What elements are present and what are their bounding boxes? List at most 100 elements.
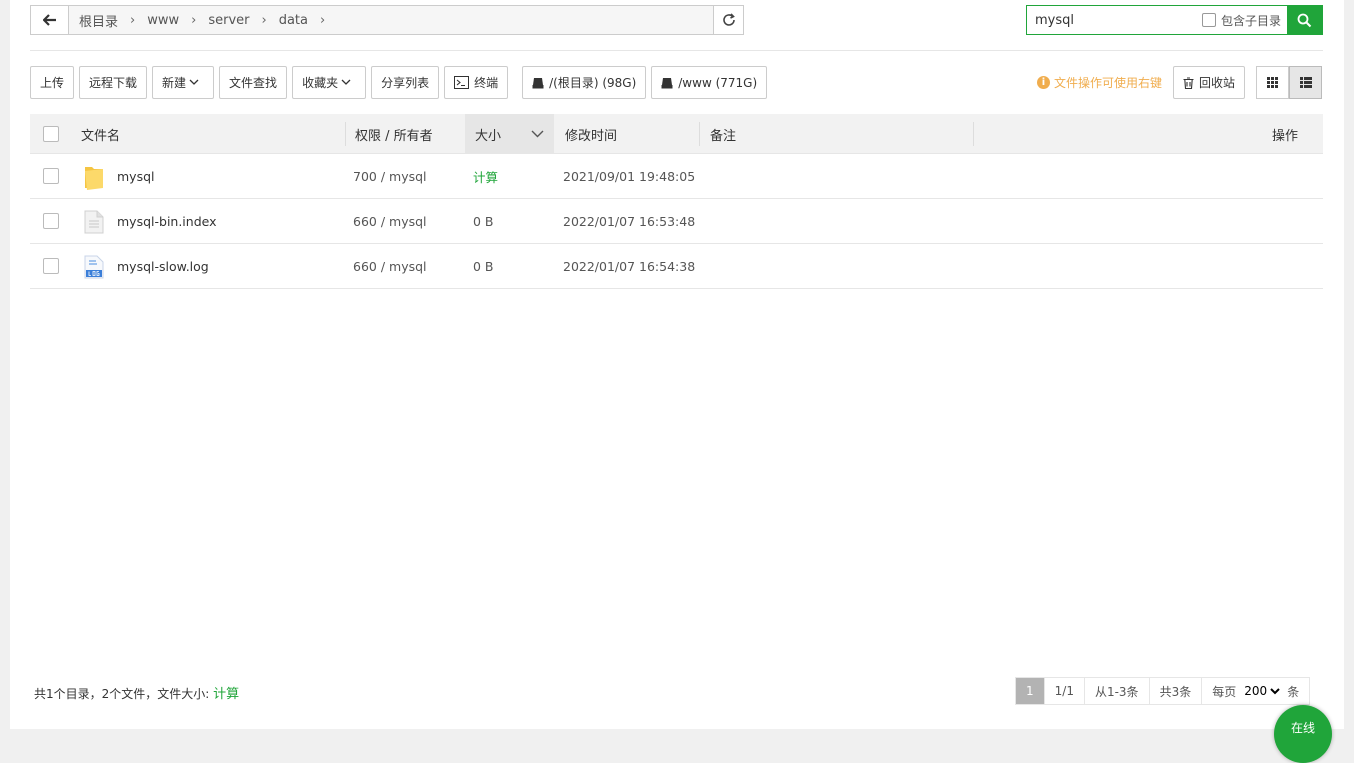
search-icon [1297,13,1312,27]
page-total-count: 共3条 [1150,678,1203,704]
log-file-icon [84,244,104,289]
recycle-bin-button[interactable]: 回收站 [1173,66,1246,99]
checkbox[interactable] [1201,13,1216,27]
refresh-icon [722,13,735,26]
search-box: 包含子目录 [1026,5,1323,35]
disk-www-button[interactable]: /www (771G) [651,66,768,99]
per-page-control: 每页 200 条 [1202,678,1309,704]
toolbar: 上传 远程下载 新建 文件查找 收藏夹 分享列表 终端 /(根目录) (98G)… [30,66,772,99]
refresh-button[interactable] [713,6,743,34]
calc-size-link[interactable]: 计算 [473,154,498,199]
new-button[interactable]: 新建 [152,66,215,99]
list-icon [1299,77,1312,88]
recycle-bin-label: 回收站 [1199,76,1236,90]
right-click-tip: i 文件操作可使用右键 [1037,66,1162,99]
tip-text: 文件操作可使用右键 [1054,76,1163,90]
breadcrumb-root[interactable]: 根目录 [75,11,122,30]
file-mtime: 2021/09/01 19:48:05 [563,169,696,184]
divider [30,50,1323,51]
breadcrumb-data[interactable]: data [275,13,312,28]
page-current[interactable]: 1 [1016,678,1045,704]
per-page-label: 每页 [1212,684,1237,699]
row-checkbox[interactable] [43,258,59,274]
per-page-unit: 条 [1287,684,1300,699]
file-manager-panel: 根目录 › www › server › data › 包含子目录 上传 远程下… [10,0,1344,763]
file-name[interactable]: mysql-bin.index [117,199,217,244]
col-ops-header: 操作 [1272,128,1299,144]
breadcrumb-www[interactable]: www [143,13,183,28]
col-perm-header[interactable]: 权限 / 所有者 [355,114,433,154]
file-summary: 共1个目录，2个文件，文件大小: 计算 [34,683,239,702]
disk-www-label: /www (771G) [678,75,758,90]
col-size-label: 大小 [475,128,502,144]
chevron-right-icon: › [130,12,136,28]
col-name-header[interactable]: 文件名 [81,114,120,154]
table-row[interactable]: mysql 700 / mysql 计算 2021/09/01 19:48:05 [30,154,1323,199]
file-perm[interactable]: 700 / mysql [353,154,427,199]
include-subdir-label: 包含子目录 [1220,13,1281,28]
disk-root-label: /(根目录) (98G) [549,76,637,90]
favorites-label: 收藏夹 [302,76,339,90]
file-mtime: 2022/01/07 16:53:48 [563,214,696,229]
search-button[interactable] [1287,6,1322,34]
search-input[interactable] [1027,6,1202,34]
text-file-icon [84,199,104,244]
col-size-header[interactable]: 大小 [465,114,554,154]
remote-download-button[interactable]: 远程下载 [79,66,148,99]
upload-button[interactable]: 上传 [30,66,75,99]
trash-icon [1183,76,1194,89]
page-range: 从1-3条 [1085,678,1150,704]
hard-drive-icon [661,77,673,88]
folder-icon [83,154,105,199]
list-view-button[interactable] [1289,66,1322,99]
table-row[interactable]: mysql-slow.log 660 / mysql 0 B 2022/01/0… [30,244,1323,289]
calc-total-link[interactable]: 计算 [213,687,239,702]
terminal-label: 终端 [474,76,499,90]
file-mtime: 2022/01/07 16:54:38 [563,259,696,274]
chevron-right-icon: › [319,12,326,28]
pagination: 1 1/1 从1-3条 共3条 每页 200 条 [1015,677,1311,705]
terminal-button[interactable]: 终端 [444,66,509,99]
path-bar: 根目录 › www › server › data › [30,5,744,35]
file-name[interactable]: mysql-slow.log [117,244,209,289]
chevron-down-icon [341,79,351,85]
column-divider [973,122,974,146]
include-subdir-checkbox[interactable]: 包含子目录 [1201,6,1287,34]
chevron-right-icon: › [261,12,267,28]
hard-drive-icon [532,77,544,88]
file-search-button[interactable]: 文件查找 [219,66,288,99]
column-divider [699,122,700,146]
col-note-header: 备注 [710,128,737,144]
back-button[interactable] [31,6,69,34]
grid-icon [1267,77,1278,88]
grid-view-button[interactable] [1256,66,1289,99]
summary-text: 共1个目录，2个文件，文件大小: [34,687,210,701]
chevron-down-icon [531,130,544,138]
file-perm[interactable]: 660 / mysql [353,199,427,244]
file-perm[interactable]: 660 / mysql [353,244,427,289]
select-all-checkbox[interactable] [43,126,59,142]
per-page-select[interactable]: 200 [1240,683,1284,699]
info-icon: i [1037,76,1050,89]
table-row[interactable]: mysql-bin.index 660 / mysql 0 B 2022/01/… [30,199,1323,244]
chevron-down-icon [189,79,199,85]
col-mtime-header[interactable]: 修改时间 [565,114,617,154]
chevron-right-icon: › [191,12,197,28]
row-checkbox[interactable] [43,213,59,229]
view-toggle [1256,66,1322,99]
file-name[interactable]: mysql [117,154,155,199]
breadcrumb-server[interactable]: server [204,13,253,28]
online-support-button[interactable]: 在线 [1274,705,1332,763]
favorites-button[interactable]: 收藏夹 [292,66,367,99]
breadcrumb: 根目录 › www › server › data › [69,11,713,30]
page-total: 1/1 [1045,678,1085,704]
column-divider [345,122,346,146]
terminal-icon [454,76,470,89]
disk-root-button[interactable]: /(根目录) (98G) [522,66,647,99]
row-checkbox[interactable] [43,168,59,184]
share-list-button[interactable]: 分享列表 [371,66,440,99]
file-size: 0 B [473,214,494,229]
new-button-label: 新建 [162,76,187,90]
arrow-left-icon [42,14,56,26]
file-size: 0 B [473,259,494,274]
